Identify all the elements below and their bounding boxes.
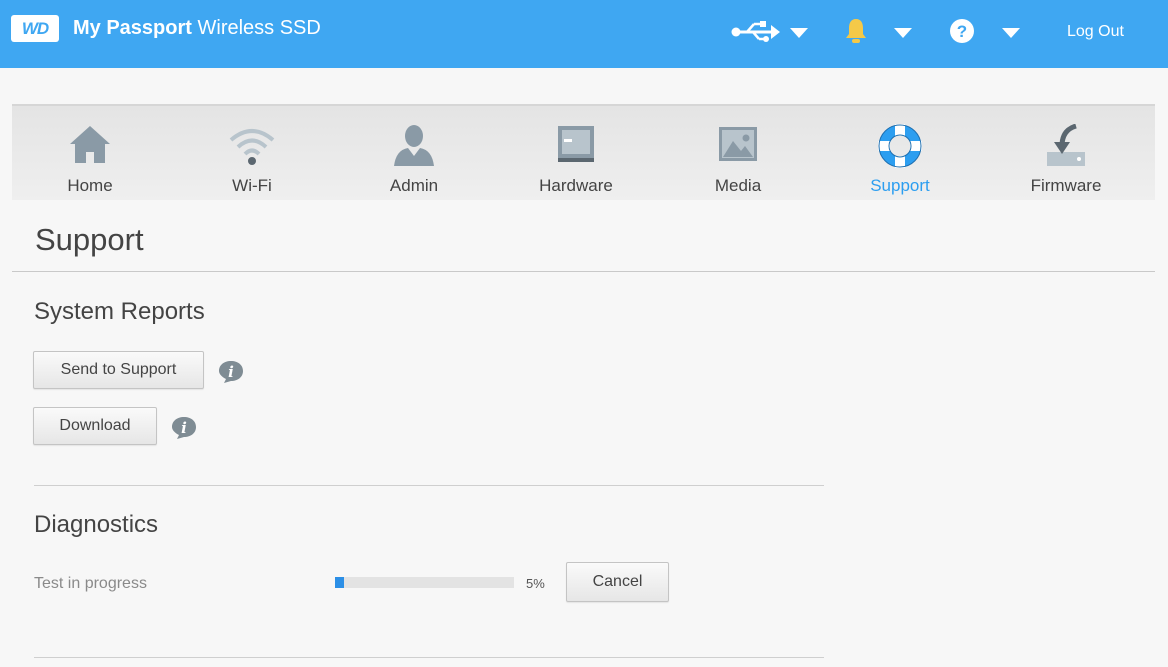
app-title-rest: Wireless SSD: [191, 17, 321, 39]
media-icon: [719, 127, 757, 161]
nav-label-wifi: Wi-Fi: [232, 176, 272, 195]
help-icon[interactable]: ?: [949, 18, 975, 44]
support-icon: [878, 124, 922, 168]
wifi-icon: [229, 129, 275, 165]
page-title: Support: [35, 222, 144, 257]
usb-icon[interactable]: [731, 20, 781, 44]
svg-text:i: i: [228, 363, 234, 381]
system-reports-heading: System Reports: [34, 298, 205, 325]
section-divider: [34, 485, 824, 486]
top-bar: WD My Passport Wireless SSD ? Log Out: [0, 0, 1168, 68]
app-title: My Passport Wireless SSD: [73, 17, 321, 40]
diagnostics-status: Test in progress: [34, 575, 147, 592]
admin-icon: [394, 125, 434, 166]
diagnostics-heading: Diagnostics: [34, 511, 159, 538]
help-menu-caret[interactable]: [1002, 28, 1020, 38]
bottom-divider: [34, 657, 824, 658]
download-button[interactable]: Download: [33, 407, 157, 445]
nav-item-media[interactable]: Media: [663, 106, 813, 200]
nav-item-hardware[interactable]: Hardware: [501, 106, 651, 200]
nav-label-admin: Admin: [389, 176, 439, 195]
title-divider: [12, 271, 1155, 272]
diagnostics-progress-bar: [335, 577, 514, 588]
notifications-menu-caret[interactable]: [894, 28, 912, 38]
home-icon: [70, 126, 110, 163]
nav-label-home: Home: [67, 176, 113, 195]
usb-menu-caret[interactable]: [790, 28, 808, 38]
send-to-support-button[interactable]: Send to Support: [33, 351, 204, 389]
nav-label-media: Media: [714, 176, 762, 195]
nav-label-support: Support: [870, 176, 930, 195]
hardware-icon: [558, 126, 594, 162]
main-nav: Home Wi-Fi Admin Hardware Media Support …: [12, 104, 1155, 200]
diagnostics-progress-fill: [335, 577, 344, 588]
send-info-icon[interactable]: i: [218, 360, 244, 384]
app-title-bold: My Passport: [73, 17, 192, 39]
nav-item-wifi[interactable]: Wi-Fi: [177, 106, 327, 200]
diagnostics-progress-percent: 5%: [526, 576, 545, 591]
nav-item-admin[interactable]: Admin: [339, 106, 489, 200]
svg-text:?: ?: [957, 22, 967, 41]
firmware-icon: [1047, 124, 1085, 166]
nav-label-hardware: Hardware: [539, 176, 613, 195]
nav-label-firmware: Firmware: [1030, 176, 1102, 195]
download-info-icon[interactable]: i: [171, 416, 197, 440]
nav-item-support[interactable]: Support: [825, 106, 975, 200]
logo-text: WD: [21, 18, 49, 38]
nav-item-home[interactable]: Home: [15, 106, 165, 200]
svg-text:i: i: [181, 419, 187, 437]
nav-item-firmware[interactable]: Firmware: [991, 106, 1141, 200]
wd-logo: WD: [11, 15, 59, 42]
cancel-button[interactable]: Cancel: [566, 562, 669, 602]
log-out-link[interactable]: Log Out: [1067, 23, 1124, 41]
bell-icon[interactable]: [844, 17, 868, 45]
